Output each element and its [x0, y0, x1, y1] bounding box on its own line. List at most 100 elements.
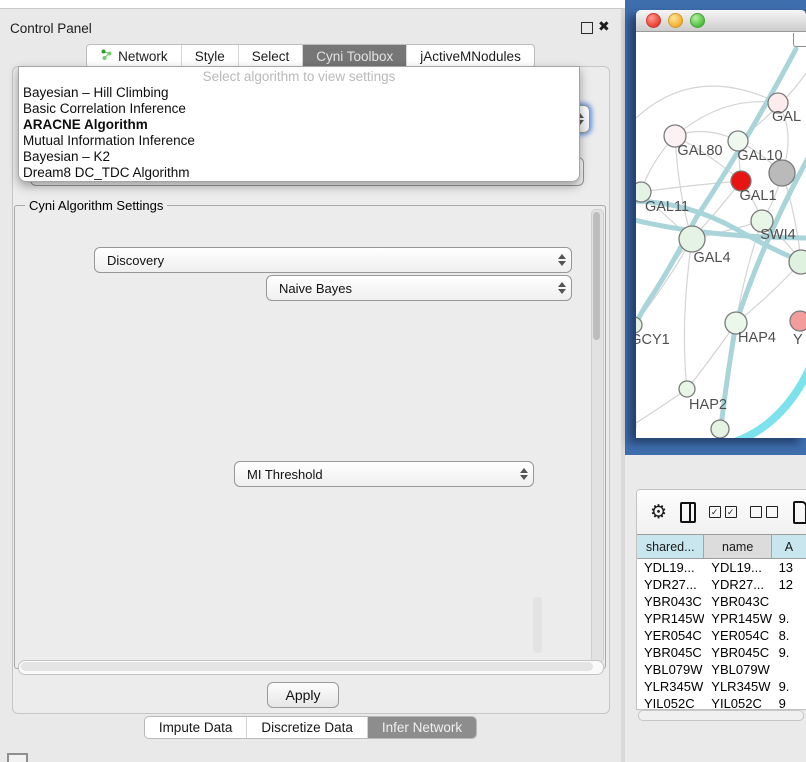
node-label-gal1: GAL1 — [739, 188, 776, 204]
table-row[interactable]: YBL079WYBL079W — [637, 661, 806, 678]
table-cell: YBL079W — [637, 661, 704, 678]
table-row[interactable]: YIL052CYIL052C9 — [637, 695, 806, 710]
dropdown-item-dream8-dc-tdc-algorithm[interactable]: Dream8 DC_TDC Algorithm — [19, 165, 579, 181]
select-all-icon[interactable]: ✓✓ — [709, 506, 737, 518]
network-canvas[interactable]: GALGAL80GAL10GAL1GAL11SWI4GAL4GCY1HAP4YH… — [636, 33, 806, 438]
control-panel-tabs: NetworkStyleSelectCyni ToolboxjActiveMNo… — [0, 44, 621, 68]
table-cell: YER054C — [637, 627, 704, 644]
table-row[interactable]: YBR045CYBR045C9. — [637, 644, 806, 661]
cyni-bottom-tabs: Impute DataDiscretize DataInfer Network — [0, 716, 621, 739]
table-cell: 8. — [772, 627, 806, 644]
close-icon[interactable]: ✖ — [598, 18, 610, 35]
network-edge[interactable] — [732, 359, 806, 438]
aracne-mode-combobox[interactable]: Discovery — [94, 247, 572, 273]
settings-scrollbar[interactable] — [591, 209, 604, 663]
stepper-icon — [553, 276, 571, 300]
network-node[interactable] — [679, 226, 705, 252]
column-header-shared[interactable]: shared... — [637, 535, 704, 558]
stepper-icon — [515, 462, 533, 486]
table-row[interactable]: YDR27...YDR27...12 — [637, 576, 806, 593]
table-cell: 9 — [772, 695, 806, 710]
table-cell: YLR345W — [704, 678, 771, 695]
tab-network[interactable]: Network — [87, 45, 181, 67]
network-edge[interactable] — [641, 181, 741, 192]
dropdown-item-basic-correlation-inference[interactable]: Basic Correlation Inference — [19, 101, 579, 117]
node-label-gal11: GAL11 — [645, 199, 689, 215]
mi-algorithm-type-combobox[interactable]: Naive Bayes — [266, 275, 572, 301]
tab-select[interactable]: Select — [238, 45, 303, 67]
table-cell: YER054C — [704, 627, 771, 644]
table-row[interactable]: YPR145WYPR145W9. — [637, 610, 806, 627]
stepper-icon — [553, 248, 571, 272]
gear-icon[interactable]: ⚙ — [650, 503, 667, 522]
table-cell: 12 — [772, 576, 806, 593]
table-cell: YBR045C — [704, 644, 771, 661]
minimize-traffic-light-icon[interactable] — [668, 13, 683, 28]
network-node[interactable] — [790, 311, 806, 331]
node-label-gal10: GAL10 — [737, 148, 782, 164]
dropdown-item-bayesian-hill-climbing[interactable]: Bayesian – Hill Climbing — [19, 85, 579, 101]
network-window-titlebar[interactable] — [636, 10, 806, 32]
node-label-swi4: SWI4 — [760, 227, 795, 243]
tabbar: Impute DataDiscretize DataInfer Network — [144, 716, 477, 739]
algorithm-dropdown-popup: Select algorithm to view settings Bayesi… — [18, 66, 580, 182]
dropdown-item-mutual-information-inference[interactable]: Mutual Information Inference — [19, 133, 579, 149]
table-cell: YPR145W — [704, 610, 771, 627]
dropdown-item-bayesian-k2[interactable]: Bayesian – K2 — [19, 149, 579, 165]
apply-button[interactable]: Apply — [267, 682, 339, 708]
network-node[interactable] — [636, 317, 642, 333]
table-cell: YDR27... — [637, 576, 704, 593]
split-column-icon[interactable] — [680, 502, 696, 523]
tab-infer-network[interactable]: Infer Network — [367, 717, 476, 738]
dropdown-item-list: Bayesian – Hill ClimbingBasic Correlatio… — [19, 85, 579, 181]
tabbar: NetworkStyleSelectCyni ToolboxjActiveMNo… — [86, 44, 535, 68]
table-row[interactable]: YER054CYER054C8. — [637, 627, 806, 644]
column-header-a[interactable]: A — [772, 535, 806, 558]
tab-impute-data[interactable]: Impute Data — [145, 717, 247, 738]
settings-horizontal-scrollbar[interactable] — [18, 660, 604, 675]
tab-cyni-toolbox[interactable]: Cyni Toolbox — [302, 45, 406, 67]
new-table-icon[interactable] — [793, 501, 806, 524]
network-graph: GALGAL80GAL10GAL1GAL11SWI4GAL4GCY1HAP4YH… — [636, 33, 806, 438]
table-toolbar: ⚙ ✓✓ — [637, 490, 806, 534]
table-cell: YLR345W — [637, 678, 704, 695]
column-header-name[interactable]: name — [704, 535, 771, 558]
network-node[interactable] — [679, 381, 695, 397]
tab-discretize-data[interactable]: Discretize Data — [246, 717, 367, 738]
float-window-icon[interactable] — [581, 22, 593, 34]
network-edge[interactable] — [684, 239, 692, 389]
which-threshold-combobox[interactable]: MI Threshold — [234, 461, 534, 487]
table-horizontal-scrollbar[interactable] — [638, 710, 804, 721]
network-edge[interactable] — [636, 389, 687, 423]
network-node[interactable] — [789, 250, 806, 274]
tab-style[interactable]: Style — [181, 45, 238, 67]
minimized-window-icon[interactable] — [7, 753, 28, 762]
settings-group-title: Cyni Algorithm Settings — [25, 198, 167, 213]
table-row[interactable]: YBR043CYBR043C — [637, 593, 806, 610]
node-label-gal4: GAL4 — [693, 250, 730, 266]
attributes-scrollbar[interactable] — [533, 597, 542, 653]
deselect-all-icon[interactable] — [750, 506, 778, 518]
tab-jactivemnodules[interactable]: jActiveMNodules — [406, 45, 534, 67]
table-cell: YDL19... — [704, 559, 771, 576]
table-cell: YDL19... — [637, 559, 704, 576]
node-label-gal80: GAL80 — [677, 143, 722, 159]
zoom-traffic-light-icon[interactable] — [690, 13, 705, 28]
table-cell: YPR145W — [637, 610, 704, 627]
table-cell: 9. — [772, 678, 806, 695]
table-cell: YBL079W — [704, 661, 771, 678]
table-cell: YDR27... — [704, 576, 771, 593]
dropdown-prompt: Select algorithm to view settings — [19, 67, 579, 85]
table-cell: YIL052C — [704, 695, 771, 710]
table-row[interactable]: YDL19...YDL19...13 — [637, 559, 806, 576]
dropdown-item-aracne-algorithm[interactable]: ARACNE Algorithm — [19, 117, 579, 133]
node-label-hap4: HAP4 — [738, 330, 776, 346]
table-row[interactable]: YLR345WYLR345W9. — [637, 678, 806, 695]
table-cell: 13 — [772, 559, 806, 576]
close-traffic-light-icon[interactable] — [646, 13, 661, 28]
node-label-hap2: HAP2 — [689, 397, 727, 413]
table-cell: YBR043C — [637, 593, 704, 610]
table-header-row: shared...nameA — [637, 534, 806, 559]
node-label-gal: GAL — [772, 109, 801, 125]
network-node[interactable] — [711, 420, 729, 438]
